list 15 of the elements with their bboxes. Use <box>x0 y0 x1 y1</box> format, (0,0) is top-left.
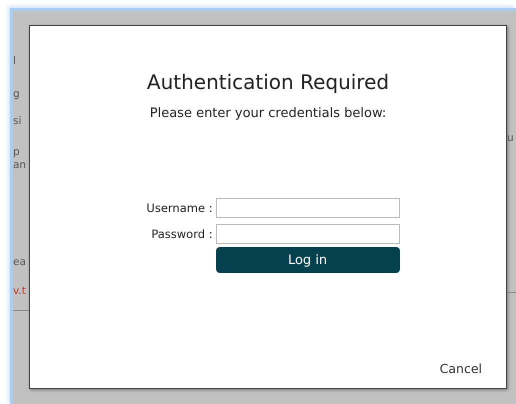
login-button[interactable]: Log in <box>216 247 400 273</box>
text-fragment: g <box>13 88 21 101</box>
text-fragment: p <box>13 146 21 159</box>
text-fragment: si <box>13 115 22 128</box>
field-label: Password : <box>150 227 213 241</box>
dialog-title: Authentication Required <box>146 70 390 94</box>
username-field[interactable] <box>216 198 400 218</box>
dialog-subtitle: Please enter your credentials below: <box>150 106 386 121</box>
text-fragment: an <box>13 159 28 172</box>
text-fragment: u <box>507 132 515 145</box>
text-fragment: l <box>13 55 17 68</box>
text-fragment: ea <box>13 256 27 269</box>
password-field[interactable] <box>216 224 400 244</box>
cancel-link[interactable]: Cancel <box>440 361 482 376</box>
field-label: Username : <box>146 201 213 215</box>
